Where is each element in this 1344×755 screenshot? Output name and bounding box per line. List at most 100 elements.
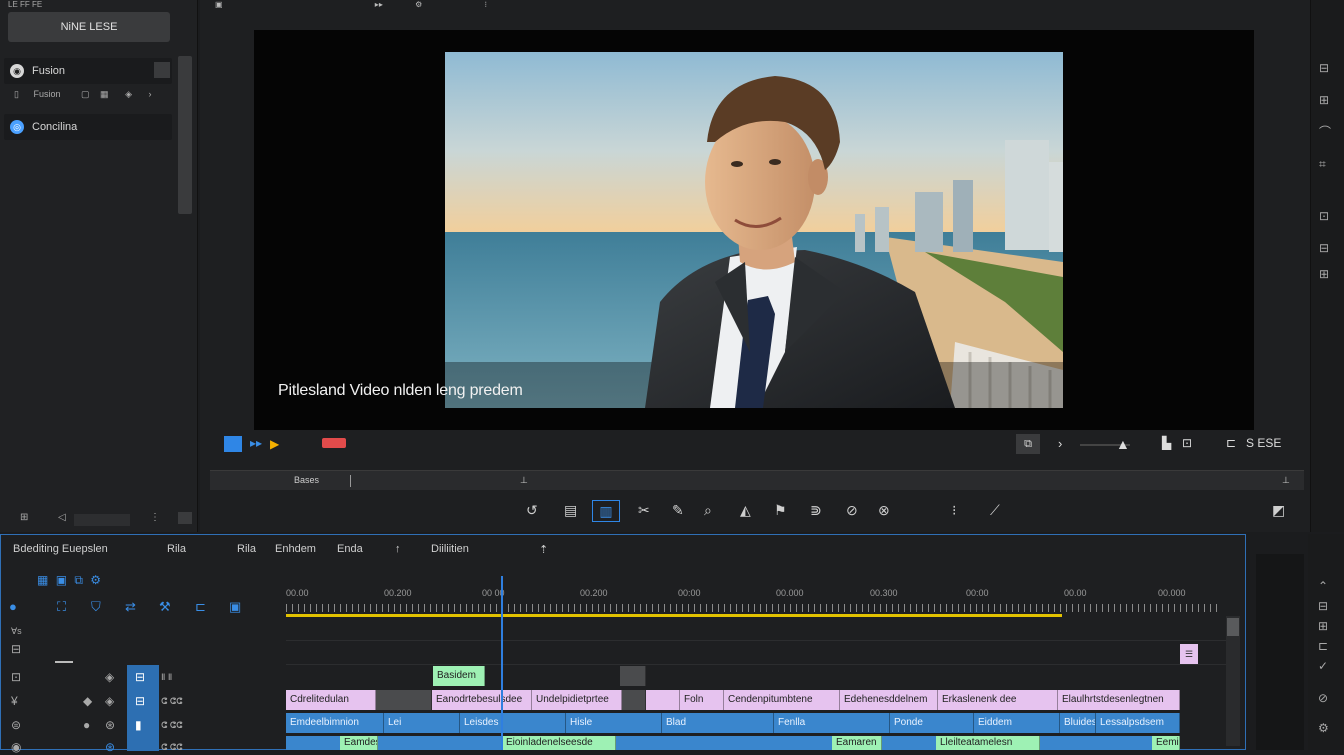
timeline-clip[interactable]: Lei — [384, 713, 460, 733]
track-v1-icon[interactable]: ¥ — [11, 693, 18, 709]
track-v2-icon[interactable]: ⊡ — [11, 669, 21, 685]
settings-icon[interactable]: ⚙ — [1318, 720, 1329, 736]
row-checkbox[interactable] — [154, 62, 170, 78]
tab-enda[interactable]: Enda — [337, 543, 363, 555]
track-a1-icon[interactable]: ⊜ — [11, 717, 21, 733]
tool-icon-11[interactable]: ✓ — [1318, 658, 1328, 674]
sequence-title[interactable]: Bdediting Euepslen — [13, 543, 108, 555]
left-row-fusion[interactable]: ◉ Fusion — [4, 58, 172, 84]
tab-rila-2[interactable]: Rila — [237, 543, 256, 555]
pen-icon[interactable]: ⊘ — [1318, 690, 1328, 706]
chevron-right-icon[interactable]: › — [149, 89, 152, 99]
timeline-clip-gap[interactable] — [376, 690, 432, 710]
wrench-icon[interactable]: ⚒ — [159, 599, 171, 615]
slip-icon[interactable]: ◭ — [740, 502, 751, 519]
caption-icon[interactable]: ⊏ — [195, 599, 206, 615]
left-row-concilina[interactable]: ◎ Concilina — [4, 114, 172, 140]
tool-icon-1[interactable]: ⊟ — [1319, 60, 1329, 76]
play-icon[interactable]: ▸▸ — [375, 0, 383, 9]
lock-icon[interactable]: ⛉ — [91, 599, 101, 615]
marker-add-icon[interactable]: ⧉ — [74, 573, 83, 587]
back-icon[interactable]: ◁ — [58, 512, 66, 523]
end-marker-clip[interactable]: ☰ — [1180, 644, 1198, 664]
timeline-clip[interactable] — [646, 690, 680, 710]
marker-icon[interactable]: ⚑ — [774, 502, 787, 519]
mountain-icon[interactable]: ▲ — [1116, 436, 1130, 452]
timeline-clip[interactable]: Foln — [680, 690, 724, 710]
record-button[interactable] — [322, 438, 346, 448]
settings-icon[interactable]: ⚙ — [90, 573, 101, 587]
panel-menu-button[interactable] — [178, 512, 192, 524]
eye-icon[interactable]: ◈ — [105, 669, 114, 685]
tool-icon-9[interactable]: ⊞ — [1318, 618, 1328, 634]
tool-icon-6[interactable]: ⊟ — [1319, 240, 1329, 256]
timeline-clip[interactable]: Eioinladenelseesde — [502, 736, 616, 750]
maximize-icon[interactable]: ◩ — [1272, 502, 1285, 519]
loop-icon[interactable]: ↺ — [526, 502, 538, 519]
toggle-output-icon[interactable]: ▮ — [135, 717, 142, 733]
tool-icon-3[interactable]: ⌒ — [1319, 124, 1331, 140]
clip-icon[interactable]: ▢ — [81, 89, 90, 99]
timeline-clip[interactable]: Basidem — [433, 666, 485, 686]
safe-margins-button[interactable]: ▥ — [592, 500, 620, 522]
tool-icon-8[interactable]: ⊟ — [1318, 598, 1328, 614]
tab-rila-1[interactable]: Rila — [167, 543, 186, 555]
play-next-icon[interactable]: › — [1058, 436, 1062, 451]
compare-icon[interactable]: ⊏ — [1226, 436, 1236, 450]
tool-icon-4[interactable]: ⌗ — [1319, 156, 1326, 172]
solo-icon[interactable]: ⊛ — [105, 717, 115, 733]
playhead[interactable] — [501, 576, 503, 750]
panel-title-button[interactable]: NiNE LESE — [8, 12, 170, 42]
timeline-clip[interactable]: Eanodrtebesulsdee — [432, 690, 532, 710]
sync-icon[interactable]: ⇄ — [125, 599, 136, 615]
ruler-in-marker[interactable] — [350, 475, 351, 487]
more-icon[interactable]: ⁝ — [484, 0, 487, 9]
timeline-clip[interactable]: Cdrelitedulan — [286, 690, 376, 710]
fullscreen-icon[interactable]: ▣ — [215, 0, 223, 9]
timeline-clip[interactable]: Lleilteatamelesn — [936, 736, 1040, 750]
left-sub-row[interactable]: ▯ Fusion ▢ ▦ ◈ › — [14, 84, 174, 104]
pin-icon[interactable]: ⇡ — [539, 543, 548, 556]
link-icon[interactable]: ⊘ — [846, 502, 858, 519]
blue-square-button[interactable] — [224, 436, 242, 452]
eye-icon[interactable]: ◈ — [125, 89, 132, 99]
up-arrow-icon[interactable]: ↑ — [395, 543, 401, 555]
timeline-clip-gap[interactable] — [622, 690, 646, 710]
ruler-end-icon[interactable]: ⊥ — [1282, 475, 1290, 486]
timeline-clip[interactable]: Bluides — [1060, 713, 1096, 733]
zoom-slider[interactable] — [74, 514, 130, 526]
timeline-clip[interactable]: Undelpidietprtee — [532, 690, 622, 710]
tab-enhdem[interactable]: Enhdem — [275, 543, 316, 555]
crop-icon[interactable]: ⊡ — [1182, 436, 1192, 450]
timeline-clip[interactable]: Cendenpitumbtene — [724, 690, 840, 710]
timeline-ruler[interactable]: 00.00 00.200 00 00 00.200 00:00 00.000 0… — [286, 582, 1220, 614]
grid-icon[interactable]: ▤ — [564, 502, 577, 519]
sync-lock-icon[interactable]: ◆ — [83, 693, 92, 709]
tool-icon-5[interactable]: ⊡ — [1319, 208, 1329, 224]
layout-icon[interactable]: ▣ — [229, 599, 241, 615]
linked-icon[interactable]: ▣ — [56, 573, 67, 587]
timeline-clip[interactable]: Fenlla — [774, 713, 890, 733]
razor-icon[interactable]: ✂ — [638, 502, 650, 519]
settings-icon[interactable]: ⚙ — [415, 0, 422, 9]
left-panel-scrollbar[interactable] — [178, 56, 192, 214]
timeline-clip[interactable]: Elaulhrtstdesenlegtnen — [1058, 690, 1180, 710]
pen-icon[interactable]: ✎ — [672, 502, 684, 519]
zoom-icon[interactable]: ⌕ — [704, 502, 712, 519]
timeline-clip-gap[interactable] — [620, 666, 646, 686]
timeline-clip[interactable]: Erkaslenenk dee — [938, 690, 1058, 710]
target-icon[interactable]: ⛶ — [57, 599, 66, 615]
ripple-icon[interactable]: ⋑ — [810, 502, 822, 519]
snap-icon[interactable]: ▦ — [37, 573, 48, 587]
timeline-clip[interactable]: Eamaren — [832, 736, 882, 750]
step-forward-icon[interactable]: ▸▸ — [250, 436, 262, 450]
grid-icon[interactable]: ▦ — [100, 89, 109, 99]
toggle-output-icon[interactable]: ⊟ — [135, 693, 145, 709]
trim-icon[interactable]: ⟋ — [990, 502, 1000, 519]
timeline-scroll-thumb[interactable] — [1227, 618, 1239, 636]
track-v3-icon[interactable]: ⊟ — [11, 641, 21, 657]
track-a2-icon[interactable]: ◉ — [11, 739, 21, 755]
list-view-icon[interactable]: ⊞ — [20, 512, 28, 523]
timeline-clip[interactable]: Eiddem — [974, 713, 1060, 733]
work-area-bar[interactable] — [286, 614, 1062, 617]
